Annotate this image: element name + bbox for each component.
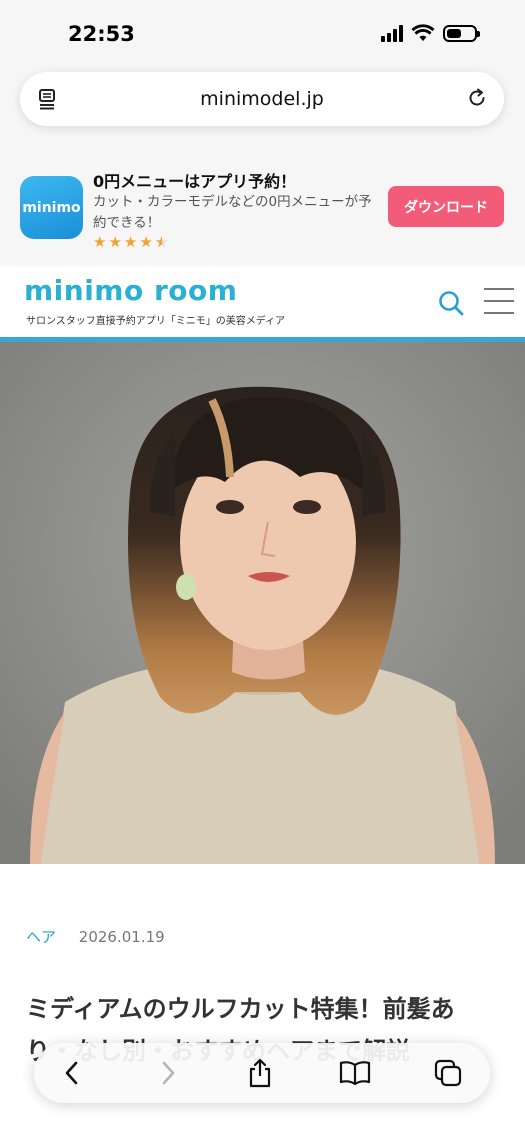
status-icons xyxy=(381,24,480,42)
article-hero-image xyxy=(0,342,525,864)
category-link[interactable]: ヘア xyxy=(26,928,56,946)
chevron-left-icon xyxy=(65,1061,78,1085)
app-icon-text: minimo xyxy=(22,199,81,216)
bookmarks-button[interactable] xyxy=(339,1057,371,1089)
chevron-right-icon xyxy=(162,1061,175,1085)
star-icon: ★ xyxy=(108,233,122,251)
star-icon: ★ xyxy=(93,233,107,251)
browser-toolbar: minimodel.jp xyxy=(0,70,525,140)
share-button[interactable] xyxy=(244,1057,276,1089)
rating-stars: ★ ★ ★ ★ ★★ xyxy=(93,233,168,251)
cellular-signal-icon xyxy=(381,24,403,42)
star-icon: ★ xyxy=(123,233,138,251)
star-icon: ★ xyxy=(139,233,153,251)
battery-icon xyxy=(443,24,480,42)
url-text[interactable]: minimodel.jp xyxy=(20,88,504,110)
reload-icon[interactable] xyxy=(466,87,488,109)
bottom-toolbar xyxy=(34,1043,490,1103)
half-star-icon: ★★ xyxy=(154,233,169,251)
site-header: minimo room サロンスタッフ直接予約アプリ「ミニモ」の美容メディア xyxy=(0,266,525,342)
forward-button[interactable] xyxy=(152,1057,184,1089)
site-tagline: サロンスタッフ直接予約アプリ「ミニモ」の美容メディア xyxy=(26,316,286,327)
status-bar: 22:53 xyxy=(0,0,525,70)
wifi-icon xyxy=(411,24,435,41)
tabs-button[interactable] xyxy=(432,1057,464,1089)
tabs-icon xyxy=(434,1059,462,1087)
app-banner-description: カット・カラーモデルなどの0円メニューが予約できる！ xyxy=(93,194,372,231)
status-time: 22:53 xyxy=(68,22,135,46)
address-bar[interactable]: minimodel.jp xyxy=(20,72,504,126)
back-button[interactable] xyxy=(56,1057,88,1089)
book-icon xyxy=(339,1061,371,1086)
app-install-banner: minimo 0円メニューはアプリ予約！ カット・カラーモデルなどの0円メニュー… xyxy=(0,140,525,266)
article-meta: ヘア 2026.01.19 xyxy=(26,926,165,947)
publish-date: 2026.01.19 xyxy=(78,928,165,946)
search-icon[interactable] xyxy=(438,290,464,316)
download-button[interactable]: ダウンロード xyxy=(388,186,504,227)
app-banner-title: 0円メニューはアプリ予約！ xyxy=(93,172,297,191)
app-icon[interactable]: minimo xyxy=(20,176,83,239)
share-icon xyxy=(249,1058,271,1088)
hamburger-menu-icon[interactable] xyxy=(484,288,514,316)
site-logo[interactable]: minimo room xyxy=(24,274,237,307)
